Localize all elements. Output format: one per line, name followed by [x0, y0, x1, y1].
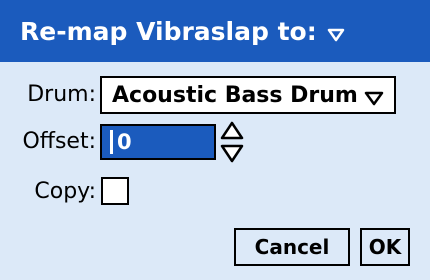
copy-checkbox[interactable]	[101, 177, 129, 205]
drum-select-value: Acoustic Bass Drum	[112, 82, 358, 108]
ok-button[interactable]: OK	[360, 228, 410, 266]
offset-stepper[interactable]	[220, 120, 244, 164]
stepper-up-icon[interactable]	[220, 121, 244, 140]
drum-label: Drum:	[27, 82, 96, 107]
offset-value: 0	[117, 130, 132, 154]
stepper-down-icon[interactable]	[220, 144, 244, 163]
dialog-title: Re-map Vibraslap to:	[20, 16, 317, 46]
offset-label: Offset:	[22, 129, 96, 154]
text-caret	[110, 130, 113, 154]
triangle-down-icon[interactable]	[327, 19, 345, 48]
dialog-titlebar[interactable]: Re-map Vibraslap to:	[0, 0, 430, 62]
cancel-button[interactable]: Cancel	[234, 228, 350, 266]
offset-input[interactable]: 0	[100, 124, 216, 160]
remap-dialog: Re-map Vibraslap to: Drum: Acoustic Bass…	[0, 0, 430, 280]
dropdown-arrow-icon	[364, 88, 384, 113]
copy-label: Copy:	[34, 179, 96, 204]
drum-select[interactable]: Acoustic Bass Drum	[100, 76, 396, 114]
